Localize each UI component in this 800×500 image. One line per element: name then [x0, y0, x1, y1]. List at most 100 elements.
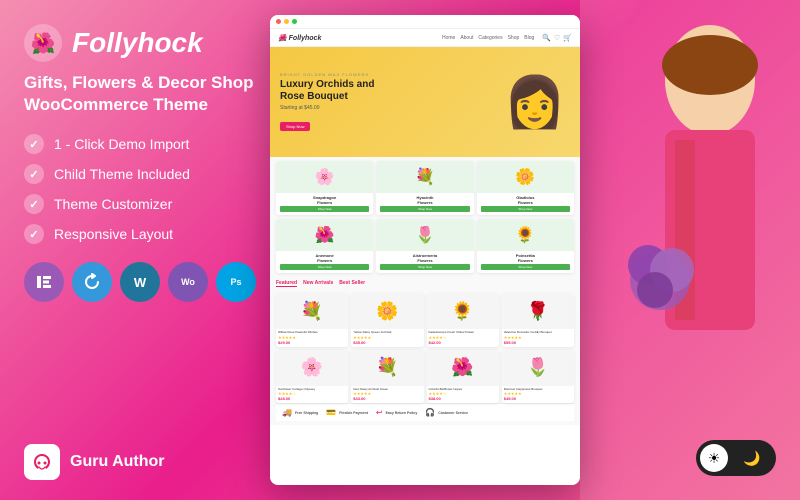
- product-image-3: 🌻: [427, 293, 499, 329]
- hero-cta-button[interactable]: Shop Now: [280, 122, 310, 131]
- check-icon-3: ✓: [24, 194, 44, 214]
- product-price-4: $55.00: [504, 340, 572, 345]
- product-info-7: Colorful Bellflower Hopes ★★★★☆ $38.00: [427, 386, 499, 404]
- category-card-2[interactable]: 💐 HyacinthFlowers Shop Now: [376, 161, 473, 215]
- tagline: Gifts, Flowers & Decor Shop WooCommerce …: [24, 72, 276, 116]
- customer-text: Customer Service: [438, 411, 468, 415]
- return-icon: ↩: [376, 408, 383, 417]
- dark-mode-toggle[interactable]: ☀ 🌙: [696, 440, 776, 476]
- cat-name-1: SnapdragonFlowers: [276, 193, 373, 206]
- product-price-8: $45.00: [504, 396, 572, 401]
- product-info-4: Valentine Romantic Cuddly Bouquet ★★★★★ …: [502, 329, 574, 347]
- author-text: Guru Author: [70, 453, 165, 471]
- feature-item-4: ✓ Responsive Layout: [24, 224, 276, 244]
- product-card-7[interactable]: 🌺 Colorful Bellflower Hopes ★★★★☆ $38.00: [427, 350, 499, 404]
- category-card-3[interactable]: 🌼 GladiolusFlowers Shop Now: [477, 161, 574, 215]
- nav-icons: 🔍 ♡ 🛒: [542, 34, 572, 42]
- photoshop-badge[interactable]: Ps: [216, 262, 256, 302]
- shipping-text: Free Shipping: [295, 411, 318, 415]
- product-price-5: $28.00: [278, 396, 346, 401]
- product-card-3[interactable]: 🌻 Kaleidoscope Fresh Yellow Flower ★★★★☆…: [427, 293, 499, 347]
- theme-preview: 🌺 Follyhock Home About Categories Shop B…: [270, 15, 580, 485]
- wordpress-badge[interactable]: W: [120, 262, 160, 302]
- product-image-8: 🌷: [502, 350, 574, 386]
- product-card-1[interactable]: 💐 Willow Rose Peaceful Wishes ★★★★★ $29.…: [276, 293, 348, 347]
- main-container: 🌺 Follyhock Gifts, Flowers & Decor Shop …: [0, 0, 800, 500]
- feature-item-2: ✓ Child Theme Included: [24, 164, 276, 184]
- category-card-6[interactable]: 🌻 PoinsettiaFlowers Shop Now: [477, 219, 574, 273]
- category-card-4[interactable]: 🌺 AnemoneFlowers Shop Now: [276, 219, 373, 273]
- logo-icon: 🌺: [24, 24, 62, 62]
- product-grid-1: 💐 Willow Rose Peaceful Wishes ★★★★★ $29.…: [276, 293, 574, 347]
- tab-best-seller[interactable]: Best Seller: [339, 280, 365, 287]
- cat-btn-3[interactable]: Shop Now: [481, 206, 570, 212]
- category-row-2: 🌺 AnemoneFlowers Shop Now 🌷 Alstroemeria…: [276, 219, 574, 273]
- check-icon-4: ✓: [24, 224, 44, 244]
- cat-img-5: 🌷: [376, 219, 473, 251]
- tagline-line1: Gifts, Flowers & Decor Shop: [24, 72, 276, 94]
- elementor-badge[interactable]: [24, 262, 64, 302]
- cat-btn-4[interactable]: Shop Now: [280, 264, 369, 270]
- category-card-5[interactable]: 🌷 AlstroemeriaFlowers Shop Now: [376, 219, 473, 273]
- product-price-2: $35.00: [353, 340, 421, 345]
- footer-payment: 💳 Flexible Payment: [326, 408, 368, 417]
- cat-btn-5[interactable]: Shop Now: [380, 264, 469, 270]
- hero-banner: BRIGHT GOLDEN WAX FLOWERS Luxury Orchids…: [270, 47, 580, 157]
- cat-img-1: 🌸: [276, 161, 373, 193]
- tab-new-arrivals[interactable]: New Arrivals: [303, 280, 333, 287]
- product-card-2[interactable]: 🌼 Yellow Daisy Queen Archival ★★★★★ $35.…: [351, 293, 423, 347]
- theme-footer: 🚚 Free Shipping 💳 Flexible Payment ↩ Eas…: [276, 403, 574, 421]
- footer-return: ↩ Easy Return Policy: [376, 408, 417, 417]
- product-info-6: New Daisy Archival Green ★★★★★ $33.00: [351, 386, 423, 404]
- browser-topbar: [270, 15, 580, 29]
- product-image-4: 🌹: [502, 293, 574, 329]
- dot-green: [292, 19, 297, 24]
- product-section: 🌸 SnapdragonFlowers Shop Now 💐 HyacinthF…: [270, 157, 580, 425]
- cat-img-3: 🌼: [477, 161, 574, 193]
- cat-name-5: AlstroemeriaFlowers: [376, 251, 473, 264]
- product-card-6[interactable]: 💐 New Daisy Archival Green ★★★★★ $33.00: [351, 350, 423, 404]
- cat-name-4: AnemoneFlowers: [276, 251, 373, 264]
- product-card-4[interactable]: 🌹 Valentine Romantic Cuddly Bouquet ★★★★…: [502, 293, 574, 347]
- return-text: Easy Return Policy: [386, 411, 418, 415]
- feature-item-3: ✓ Theme Customizer: [24, 194, 276, 214]
- category-card-1[interactable]: 🌸 SnapdragonFlowers Shop Now: [276, 161, 373, 215]
- product-info-3: Kaleidoscope Fresh Yellow Flower ★★★★☆ $…: [427, 329, 499, 347]
- product-info-8: Discover Happiness Bouquet ★★★★★ $45.00: [502, 386, 574, 404]
- cat-btn-1[interactable]: Shop Now: [280, 206, 369, 212]
- cat-img-6: 🌻: [477, 219, 574, 251]
- refresh-badge[interactable]: [72, 262, 112, 302]
- product-card-5[interactable]: 🌸 Sunflower Cottage Odyssey ★★★★☆ $28.00: [276, 350, 348, 404]
- dot-yellow: [284, 19, 289, 24]
- theme-nav: 🌺 Follyhock Home About Categories Shop B…: [270, 29, 580, 47]
- feature-item-1: ✓ 1 - Click Demo Import: [24, 134, 276, 154]
- product-price-1: $29.00: [278, 340, 346, 345]
- product-card-8[interactable]: 🌷 Discover Happiness Bouquet ★★★★★ $45.0…: [502, 350, 574, 404]
- nav-logo: 🌺 Follyhock: [278, 34, 321, 42]
- logo-text: Follyhock: [72, 27, 203, 59]
- tab-featured[interactable]: Featured: [276, 280, 297, 287]
- footer-customer: 🎧 Customer Service: [425, 408, 468, 417]
- product-price-6: $33.00: [353, 396, 421, 401]
- customer-icon: 🎧: [425, 408, 435, 417]
- cat-name-2: HyacinthFlowers: [376, 193, 473, 206]
- nav-links: Home About Categories Shop Blog: [442, 35, 534, 41]
- toggle-light-icon: ☀: [700, 444, 728, 472]
- logo-area: 🌺 Follyhock: [24, 24, 276, 62]
- cat-btn-2[interactable]: Shop Now: [380, 206, 469, 212]
- tech-badges: W Wo Ps: [24, 262, 276, 302]
- hero-title: Luxury Orchids andRose Bouquet: [280, 79, 374, 103]
- cat-img-4: 🌺: [276, 219, 373, 251]
- cat-img-2: 💐: [376, 161, 473, 193]
- guru-icon: [24, 444, 60, 480]
- category-row-1: 🌸 SnapdragonFlowers Shop Now 💐 HyacinthF…: [276, 161, 574, 215]
- hero-price: Starting at $45.00: [280, 105, 374, 111]
- woocommerce-badge[interactable]: Wo: [168, 262, 208, 302]
- author-area: Guru Author: [24, 444, 276, 480]
- product-image-6: 💐: [351, 350, 423, 386]
- product-info-1: Willow Rose Peaceful Wishes ★★★★★ $29.00: [276, 329, 348, 347]
- payment-icon: 💳: [326, 408, 336, 417]
- product-image-2: 🌼: [351, 293, 423, 329]
- hero-image: 👩: [495, 47, 575, 157]
- cat-btn-6[interactable]: Shop Now: [481, 264, 570, 270]
